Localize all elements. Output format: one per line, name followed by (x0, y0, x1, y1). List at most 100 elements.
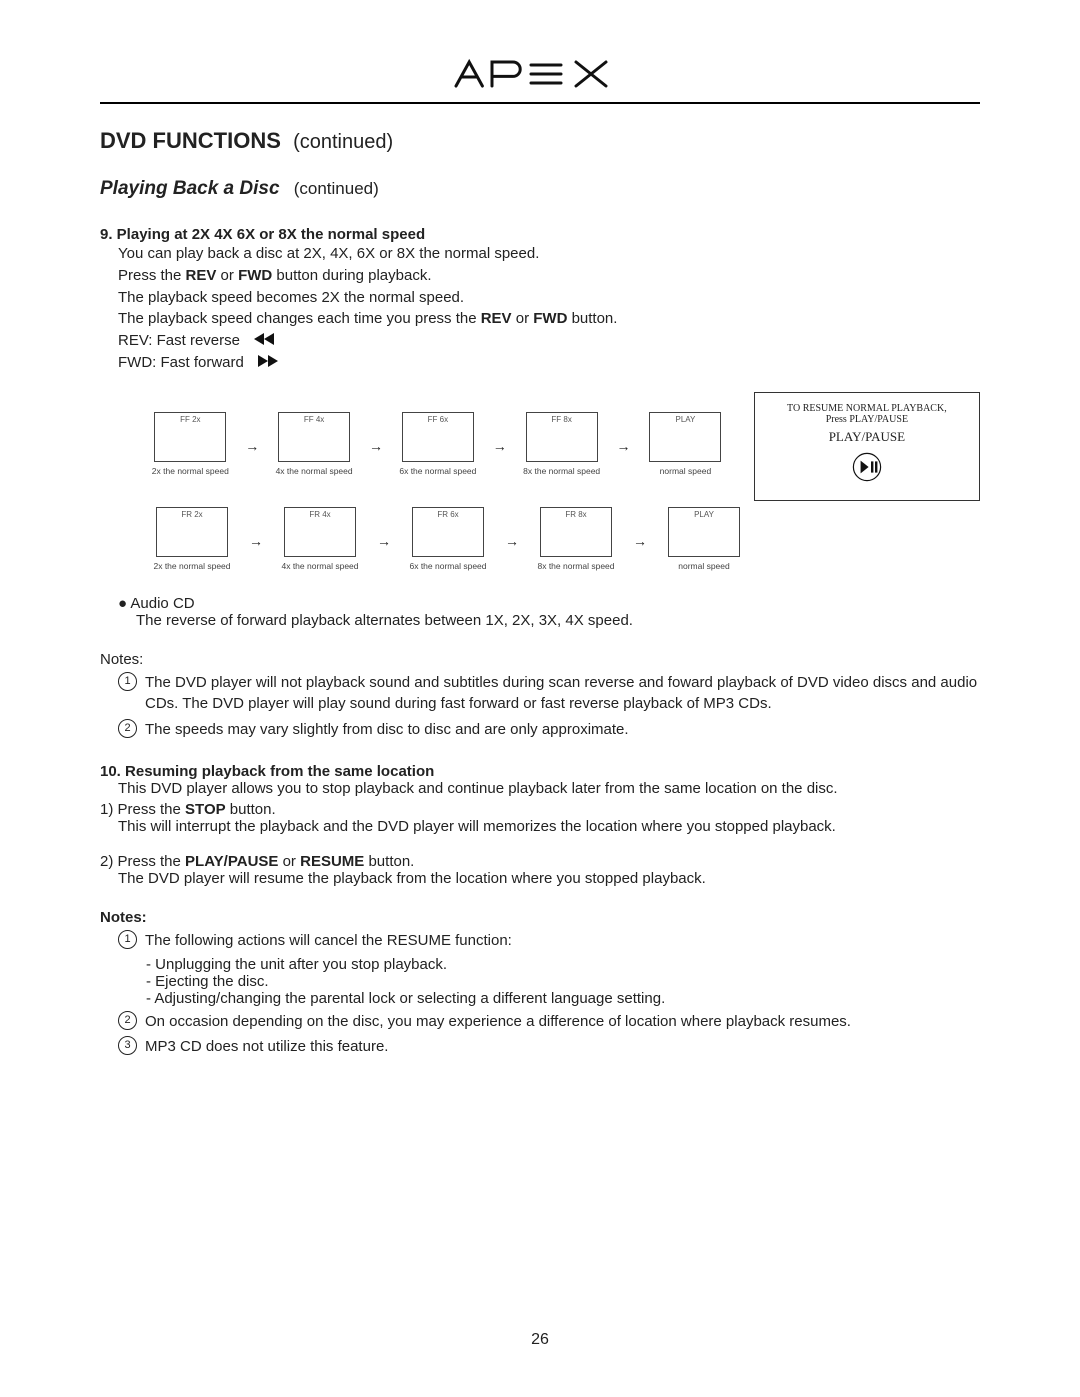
notes2-n1-text: The following actions will cancel the RE… (145, 930, 980, 952)
section-continued: (continued) (293, 131, 393, 153)
fr-cap-3: 8x the normal speed (528, 561, 624, 575)
ff-box-0: FF 2x (154, 412, 226, 462)
sec9-l5: REV: Fast reverse (118, 330, 980, 352)
arrow-right-icon: → (244, 533, 268, 549)
resume-box: TO RESUME NORMAL PLAYBACK, Press PLAY/PA… (754, 392, 980, 501)
ff-cap-3: 8x the normal speed (515, 466, 608, 480)
notes2-n3: 3 MP3 CD does not utilize this feature. (118, 1036, 980, 1058)
ff-cap-1: 4x the normal speed (268, 466, 361, 480)
subsection-continued: (continued) (294, 179, 379, 198)
fr-cap-2: 6x the normal speed (400, 561, 496, 575)
notes1-label: Notes: (100, 651, 980, 668)
ff-box-3: FF 8x (526, 412, 598, 462)
rev-bold: REV (481, 310, 512, 327)
notes2-n1: 1 The following actions will cancel the … (118, 930, 980, 952)
stop-bold: STOP (185, 801, 226, 818)
resume-line2: Press PLAY/PAUSE (761, 414, 973, 425)
notes2-label: Notes: (100, 909, 980, 926)
ff-cap-2: 6x the normal speed (392, 466, 485, 480)
sec10-step1-body: This will interrupt the playback and the… (118, 818, 980, 835)
arrow-right-icon: → (364, 438, 387, 454)
t: 2) Press the (100, 853, 185, 870)
fr-box-2: FR 6x (412, 507, 484, 557)
arrow-right-icon: → (372, 533, 396, 549)
notes2-n3-text: MP3 CD does not utilize this feature. (145, 1036, 980, 1058)
speed-diagram: FF 2x 2x the normal speed → FF 4x 4x the n… (140, 392, 980, 575)
notes2-n2: 2 On occasion depending on the disc, you… (118, 1011, 980, 1033)
resume-line1: TO RESUME NORMAL PLAYBACK, (761, 403, 973, 414)
ff-cap-0: 2x the normal speed (144, 466, 237, 480)
fwd-bold: FWD (533, 310, 567, 327)
arrow-right-icon: → (488, 438, 511, 454)
manual-page: DVD FUNCTIONS (continued) Playing Back a… (0, 0, 1080, 1397)
sec10-intro: This DVD player allows you to stop playb… (118, 780, 980, 797)
sec9-l6: FWD: Fast forward (118, 352, 980, 374)
t: The playback speed changes each time you… (118, 310, 481, 327)
sec9-heading: 9. Playing at 2X 4X 6X or 8X the normal … (100, 226, 980, 243)
rev-bold: REV (186, 267, 217, 284)
t: or (278, 853, 300, 870)
sec10-step1: 1) Press the STOP button. (100, 801, 980, 818)
notes1-n2-text: The speeds may vary slightly from disc t… (145, 719, 980, 741)
arrow-right-icon: → (628, 533, 652, 549)
fr-cap-1: 4x the normal speed (272, 561, 368, 575)
ff-box-4: PLAY (649, 412, 721, 462)
sec9-l1: You can play back a disc at 2X, 4X, 6X o… (118, 243, 980, 265)
t: button during playback. (272, 267, 431, 284)
apex-logo-icon (450, 56, 630, 92)
notes2-n1a: - Unplugging the unit after you stop pla… (146, 956, 980, 973)
notes1-n2: 2 The speeds may vary slightly from disc… (118, 719, 980, 741)
fr-box-1: FR 4x (284, 507, 356, 557)
sec9-l3: The playback speed becomes 2X the normal… (118, 287, 980, 309)
sec10-heading: 10. Resuming playback from the same loca… (100, 763, 980, 780)
notes1-n1-text: The DVD player will not playback sound a… (145, 672, 980, 716)
page-number: 26 (0, 1331, 1080, 1349)
sec9-l2: Press the REV or FWD button during playb… (118, 265, 980, 287)
t: button. (226, 801, 276, 818)
brand-logo (100, 56, 980, 96)
arrow-right-icon: → (612, 438, 635, 454)
resume-line3: PLAY/PAUSE (761, 429, 973, 445)
rev-label: REV: Fast reverse (118, 330, 240, 352)
play-pause-icon (761, 451, 973, 486)
fr-row: FR 2x2x the normal speed → FR 4x4x the n… (140, 507, 980, 575)
subsection-title: Playing Back a Disc (100, 178, 280, 199)
audio-cd-title: Audio CD (118, 595, 980, 612)
ff-box-1: FF 4x (278, 412, 350, 462)
notes2-n1b: - Ejecting the disc. (146, 973, 980, 990)
audio-cd-body: The reverse of forward playback alternat… (136, 612, 980, 629)
subsection-header: Playing Back a Disc (continued) (100, 178, 980, 200)
fast-reverse-icon (254, 330, 276, 352)
fr-box-3: FR 8x (540, 507, 612, 557)
notes2-n1c: - Adjusting/changing the parental lock o… (146, 990, 980, 1007)
sec10-step2-body: The DVD player will resume the playback … (118, 870, 980, 887)
arrow-right-icon: → (500, 533, 524, 549)
t: 1) Press the (100, 801, 185, 818)
fr-box-0: FR 2x (156, 507, 228, 557)
resume-bold: RESUME (300, 853, 364, 870)
fwd-bold: FWD (238, 267, 272, 284)
fr-box-4: PLAY (668, 507, 740, 557)
circled-2-icon: 2 (118, 719, 137, 738)
ff-cap-4: normal speed (639, 466, 732, 480)
sec9-l4: The playback speed changes each time you… (118, 308, 980, 330)
ff-box-2: FF 6x (402, 412, 474, 462)
t: button. (364, 853, 414, 870)
arrow-right-icon: → (241, 438, 264, 454)
section-title: DVD FUNCTIONS (100, 128, 281, 153)
ff-row: FF 2x 2x the normal speed → FF 4x 4x the n… (140, 392, 980, 501)
circled-1-icon: 1 (118, 930, 137, 949)
t: or (216, 267, 238, 284)
t: or (512, 310, 534, 327)
notes1-n1: 1 The DVD player will not playback sound… (118, 672, 980, 716)
playpause-bold: PLAY/PAUSE (185, 853, 278, 870)
section-header: DVD FUNCTIONS (continued) (100, 128, 980, 154)
notes-bold: Notes: (100, 909, 147, 926)
t: Press the (118, 267, 186, 284)
circled-2-icon: 2 (118, 1011, 137, 1030)
fwd-label: FWD: Fast forward (118, 352, 244, 374)
notes2-n2-text: On occasion depending on the disc, you m… (145, 1011, 980, 1033)
circled-3-icon: 3 (118, 1036, 137, 1055)
circled-1-icon: 1 (118, 672, 137, 691)
sec10-step2: 2) Press the PLAY/PAUSE or RESUME button… (100, 853, 980, 870)
